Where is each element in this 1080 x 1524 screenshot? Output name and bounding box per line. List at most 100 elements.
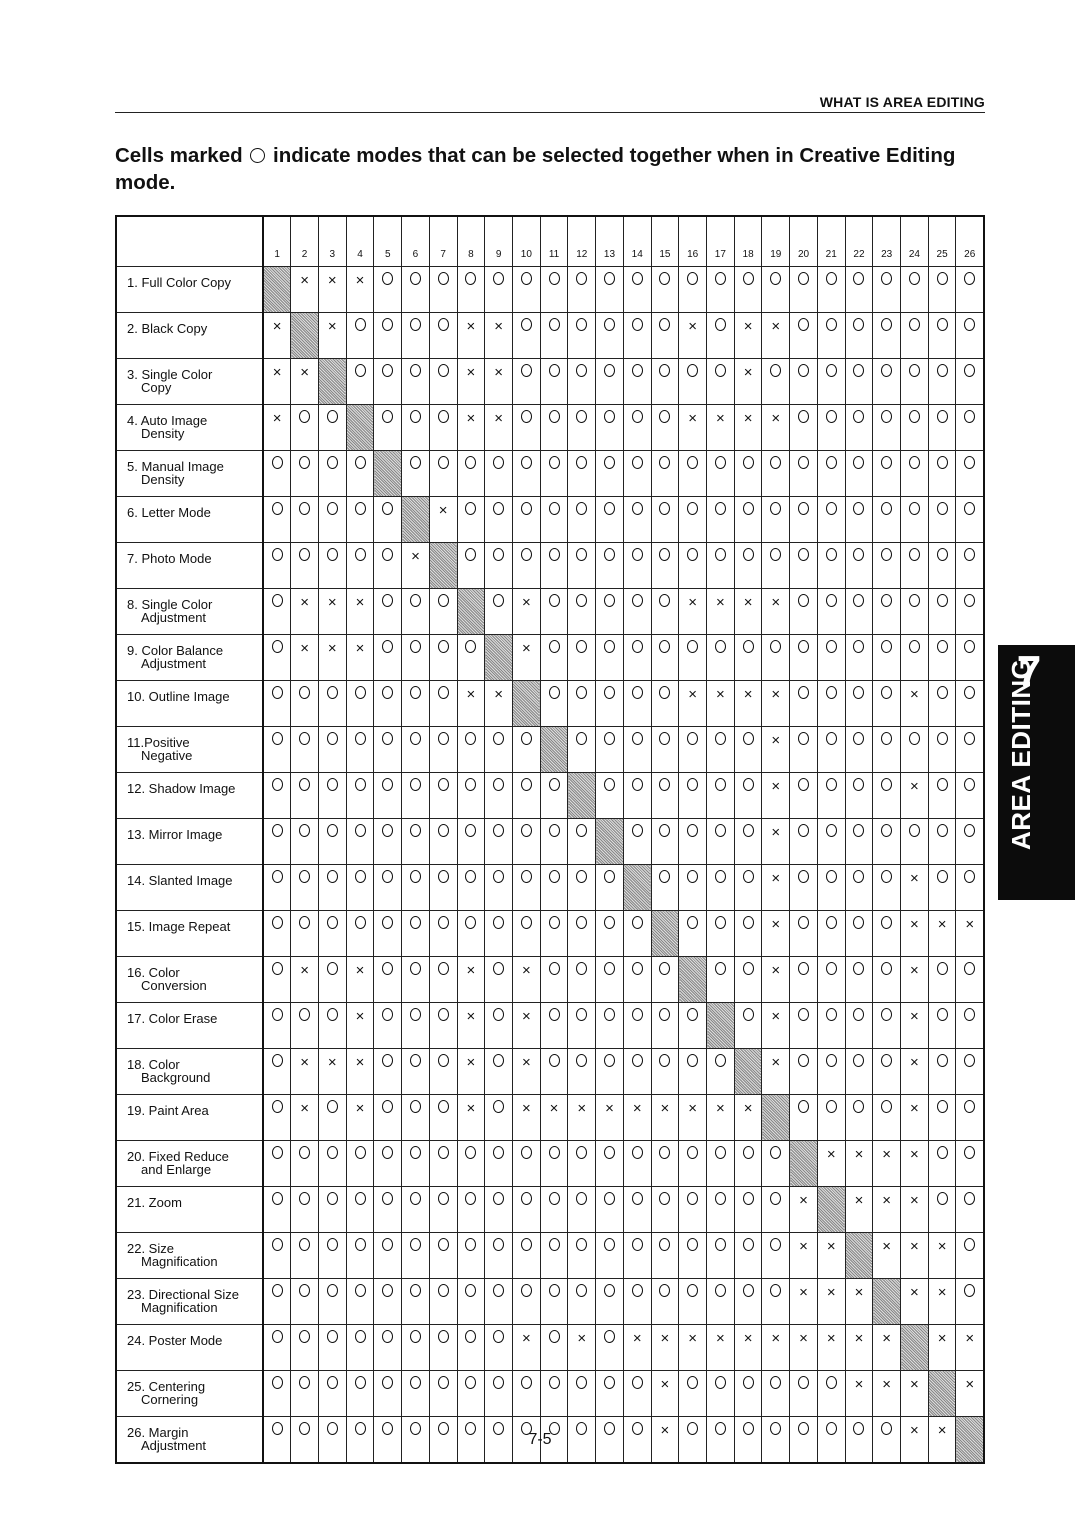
circle-mark-icon (798, 962, 810, 975)
circle-mark-icon (493, 1192, 505, 1205)
compatible-cell (345, 450, 375, 497)
compatible-cell (733, 1186, 763, 1233)
compatible-cell (789, 588, 818, 635)
compatible-cell (650, 818, 680, 865)
table-row: 5. Manual Image Density (115, 450, 985, 497)
compatible-cell (706, 1232, 735, 1279)
compatible-cell (927, 312, 957, 359)
circle-mark-icon (659, 686, 671, 699)
diagonal-cell (733, 1048, 763, 1095)
column-header: 18 (733, 215, 763, 267)
compatible-cell (317, 680, 347, 727)
circle-mark-icon (437, 1330, 449, 1343)
compatible-cell (428, 1186, 458, 1233)
compatible-cell (844, 818, 874, 865)
circle-mark-icon (853, 456, 865, 469)
compatible-cell (789, 496, 818, 543)
compatible-cell (262, 542, 292, 589)
circle-mark-icon (908, 364, 920, 377)
row-label-line1: 19. Paint Area (127, 1103, 209, 1118)
compatible-cell (401, 1186, 430, 1233)
circle-mark-icon (687, 548, 699, 561)
row-label: 16. Color Conversion (115, 956, 264, 1003)
circle-mark-icon (493, 1054, 505, 1067)
circle-mark-icon (631, 410, 643, 423)
compatible-cell (539, 864, 569, 911)
circle-mark-icon (714, 778, 726, 791)
circle-mark-icon (354, 1376, 366, 1389)
chapter-tab-label: AREA EDITING (1006, 658, 1036, 850)
circle-mark-icon (520, 824, 532, 837)
compatible-cell (595, 1186, 624, 1233)
column-header: 3 (317, 215, 347, 267)
incompatible-cell: × (900, 772, 929, 819)
circle-mark-icon (409, 824, 421, 837)
compatible-cell (484, 496, 513, 543)
incompatible-cell: × (650, 1324, 680, 1371)
circle-mark-icon (687, 824, 699, 837)
circle-mark-icon (520, 364, 532, 377)
compatible-cell (567, 1002, 597, 1049)
circle-mark-icon (493, 1100, 505, 1113)
compatible-cell (789, 910, 818, 957)
compatible-cell (567, 588, 597, 635)
circle-mark-icon (382, 916, 394, 929)
compatible-cell (317, 1324, 347, 1371)
compatible-cell (317, 542, 347, 589)
compatible-cell (927, 404, 957, 451)
circle-mark-icon (326, 1238, 338, 1251)
incompatible-cell: × (511, 1002, 541, 1049)
table-row: 19. Paint Area × × × × × × × × × × × × × (115, 1094, 985, 1141)
circle-mark-icon (437, 962, 449, 975)
compatible-cell (428, 818, 458, 865)
circle-mark-icon (603, 548, 615, 561)
circle-mark-icon (687, 1238, 699, 1251)
compatible-cell (761, 1232, 791, 1279)
circle-mark-icon (299, 1376, 311, 1389)
compatible-cell (511, 358, 541, 405)
compatible-cell (900, 818, 929, 865)
circle-mark-icon (354, 1238, 366, 1251)
diagonal-cell (456, 588, 486, 635)
compatible-cell (428, 1048, 458, 1095)
compatible-cell (816, 496, 846, 543)
circle-mark-icon (548, 318, 560, 331)
compatible-cell (844, 404, 874, 451)
compatible-cell (650, 1002, 680, 1049)
circle-mark-icon (603, 1376, 615, 1389)
circle-mark-icon (631, 272, 643, 285)
circle-mark-icon (299, 1192, 311, 1205)
compatible-cell (484, 910, 513, 957)
table-row: 23. Directional Size Magnification × × × × × (115, 1278, 985, 1325)
compatible-cell (650, 956, 680, 1003)
circle-mark-icon (271, 502, 283, 515)
compatible-cell (345, 358, 375, 405)
compatible-cell (650, 864, 680, 911)
circle-mark-icon (299, 686, 311, 699)
circle-mark-icon (770, 548, 782, 561)
circle-mark-icon (853, 364, 865, 377)
compatible-cell (761, 266, 791, 313)
circle-mark-icon (603, 318, 615, 331)
row-label: 13. Mirror Image (115, 818, 264, 865)
circle-mark-icon (465, 1146, 477, 1159)
compatible-cell (650, 1232, 680, 1279)
compatible-cell (262, 910, 292, 957)
incompatible-cell: × (317, 634, 347, 681)
circle-mark-icon (825, 686, 837, 699)
compatible-cell (955, 956, 985, 1003)
circle-mark-icon (299, 916, 311, 929)
compatible-cell (927, 1094, 957, 1141)
circle-mark-icon (631, 594, 643, 607)
page-number: 7-5 (528, 1431, 552, 1448)
circle-mark-icon (437, 870, 449, 883)
circle-mark-icon (493, 1238, 505, 1251)
row-label: 15. Image Repeat (115, 910, 264, 957)
column-header: 15 (650, 215, 680, 267)
compatible-cell (456, 450, 486, 497)
compatible-cell (761, 634, 791, 681)
compatible-cell (678, 542, 707, 589)
diagonal-cell (622, 864, 652, 911)
circle-mark-icon (964, 410, 976, 423)
circle-mark-icon (853, 962, 865, 975)
